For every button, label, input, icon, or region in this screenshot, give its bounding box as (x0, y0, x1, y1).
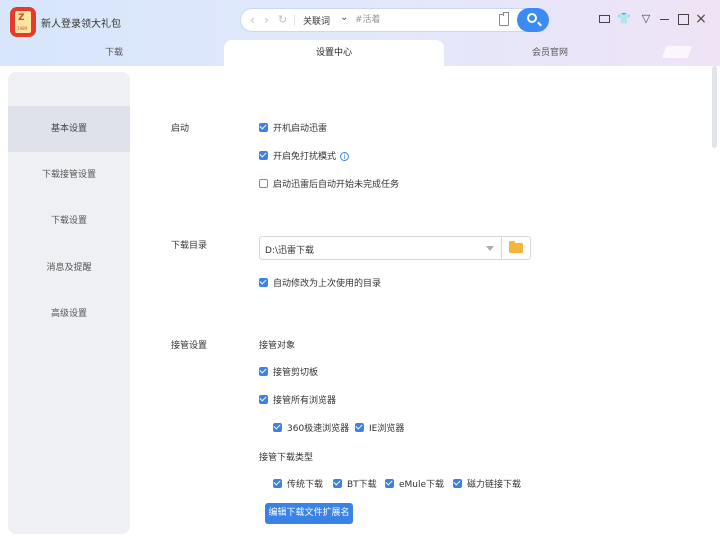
download-dir-label: 下载目录 (171, 241, 208, 251)
chevron-down-icon[interactable]: ⌄ (340, 12, 348, 23)
checkbox[interactable] (355, 423, 364, 432)
sidebar-item-download-takeover[interactable]: 下载接管设置 (8, 152, 130, 198)
do-not-disturb-option[interactable]: 开启免打扰模式 i (259, 149, 350, 162)
browser-ie-option[interactable]: IE浏览器 (355, 421, 404, 434)
logo-glyph: Z (18, 13, 25, 23)
type-magnet-option[interactable]: 磁力链接下载 (453, 477, 521, 490)
scrollbar[interactable] (712, 66, 717, 148)
logo-badge: Z 1989 (15, 11, 31, 33)
tab-vip-site[interactable]: 会员官网 (444, 40, 656, 66)
checkbox[interactable] (273, 479, 282, 488)
folder-icon[interactable] (509, 241, 523, 253)
takeover-label: 接管设置 (171, 341, 208, 351)
takeover-target-label: 接管对象 (259, 341, 296, 351)
divider (501, 237, 502, 259)
minimize-icon[interactable] (657, 12, 671, 26)
option-label: 开启免打扰模式 (273, 152, 337, 162)
option-label: 启动迅雷后自动开始未完成任务 (273, 180, 400, 190)
clipboard-takeover-option[interactable]: 接管剪切板 (259, 365, 318, 378)
caret-down-icon[interactable] (486, 246, 494, 251)
sidebar-item-download[interactable]: 下载设置 (8, 198, 130, 244)
option-label: 自动修改为上次使用的目录 (273, 279, 382, 289)
sidebar-item-advanced[interactable]: 高级设置 (8, 291, 130, 337)
settings-content: 基本设置 下载接管设置 下载设置 消息及提醒 高级设置 (0, 66, 720, 540)
type-emule-option[interactable]: eMule下载 (385, 477, 444, 490)
checkbox[interactable] (333, 479, 342, 488)
search-input[interactable] (355, 13, 485, 27)
option-label: eMule下载 (399, 480, 445, 490)
search-bar: ‹ › ↻ 关联词 ⌄ (240, 8, 549, 32)
refresh-icon[interactable]: ↻ (278, 13, 287, 27)
close-icon[interactable]: × (694, 12, 708, 26)
info-icon[interactable]: i (340, 152, 350, 161)
auto-update-dir-option[interactable]: 自动修改为上次使用的目录 (259, 276, 381, 289)
search-mode-select[interactable]: 关联词 (303, 14, 330, 27)
option-label: BT下载 (347, 480, 377, 490)
checkbox[interactable] (385, 479, 394, 488)
shirt-icon[interactable]: 👕 (617, 12, 631, 26)
option-label: IE浏览器 (369, 424, 405, 434)
settings-sidebar: 基本设置 下载接管设置 下载设置 消息及提醒 高级设置 (8, 72, 130, 534)
tab-settings[interactable]: 设置中心 (224, 40, 444, 66)
startup-on-boot-option[interactable]: 开机启动迅雷 (259, 121, 327, 134)
auto-resume-option[interactable]: 启动迅雷后自动开始未完成任务 (259, 177, 399, 190)
menu-icon[interactable]: ▽ (639, 12, 653, 26)
type-classic-option[interactable]: 传统下载 (273, 477, 323, 490)
checkbox[interactable] (273, 423, 282, 432)
checkbox[interactable] (259, 395, 268, 404)
takeover-type-label: 接管下载类型 (259, 453, 314, 463)
download-dir-select[interactable]: D:\迅雷下载 (259, 236, 531, 260)
search-icon (527, 13, 537, 23)
clipboard-icon[interactable] (499, 12, 509, 26)
edit-extensions-button[interactable]: 编辑下载文件扩展名 (265, 503, 353, 524)
search-button[interactable] (517, 8, 549, 32)
maximize-icon[interactable] (675, 12, 689, 26)
sidebar-item-basic[interactable]: 基本设置 (8, 106, 130, 152)
checkbox[interactable] (259, 278, 268, 287)
option-label: 传统下载 (287, 480, 324, 490)
option-label: 开机启动迅雷 (273, 124, 328, 134)
forward-icon[interactable]: › (264, 13, 269, 27)
back-icon[interactable]: ‹ (250, 13, 255, 27)
checkbox[interactable] (453, 479, 462, 488)
type-bt-option[interactable]: BT下载 (333, 477, 377, 490)
checkbox[interactable] (259, 367, 268, 376)
sidebar-item-notifications[interactable]: 消息及提醒 (8, 245, 130, 291)
checkbox[interactable] (259, 151, 268, 160)
title-bar: Z 1989 新人登录领大礼包 ‹ › ↻ 关联词 ⌄ 👕 ▽ × 下载 设置中… (0, 0, 720, 66)
login-promo-link[interactable]: 新人登录领大礼包 (41, 15, 121, 30)
option-label: 磁力链接下载 (467, 480, 522, 490)
all-browsers-option[interactable]: 接管所有浏览器 (259, 393, 336, 406)
new-tab-button[interactable] (661, 46, 693, 58)
browser-360-option[interactable]: 360极速浏览器 (273, 421, 349, 434)
logo-small-text: 1989 (17, 26, 28, 31)
checkbox[interactable] (259, 179, 268, 188)
option-label: 接管所有浏览器 (273, 396, 337, 406)
option-label: 接管剪切板 (273, 368, 319, 378)
download-dir-value: D:\迅雷下载 (265, 246, 314, 256)
checkbox[interactable] (259, 123, 268, 132)
startup-label: 启动 (171, 124, 190, 134)
nav-divider (294, 15, 295, 26)
app-logo[interactable]: Z 1989 (10, 7, 36, 37)
tab-download[interactable]: 下载 (0, 40, 228, 66)
mail-icon[interactable] (597, 12, 611, 26)
option-label: 360极速浏览器 (287, 424, 350, 434)
